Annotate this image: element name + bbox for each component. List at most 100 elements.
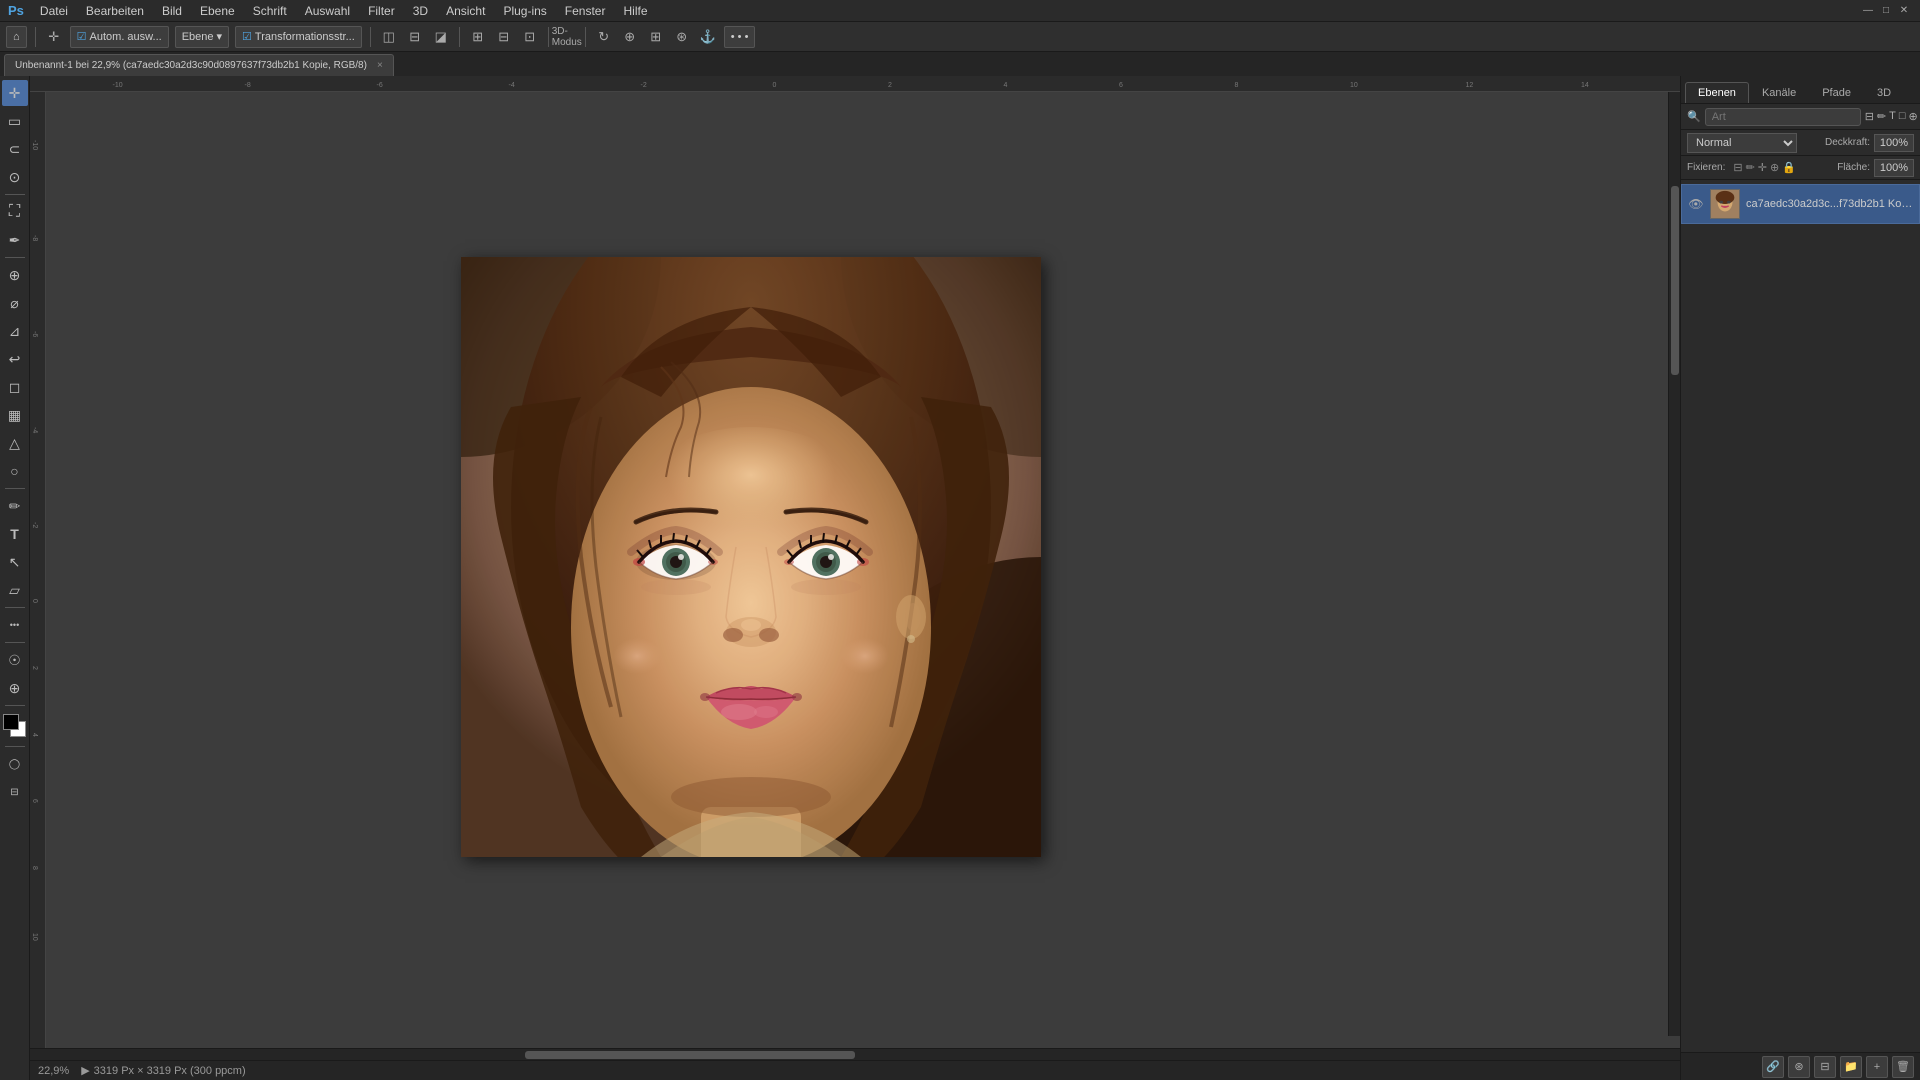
quick-mask-tool[interactable]: ◯ xyxy=(2,751,28,777)
layer-mask-button[interactable]: ⊟ xyxy=(1814,1056,1836,1078)
3d-mode-toggle[interactable]: 3D-Modus xyxy=(557,27,577,47)
grid-icon[interactable]: ⊞ xyxy=(646,27,666,47)
zoom-level[interactable]: 22,9% xyxy=(38,1065,69,1077)
minimize-button[interactable]: — xyxy=(1860,3,1876,19)
menu-ebene[interactable]: Ebene xyxy=(192,2,243,20)
path-select-tool[interactable]: ↖ xyxy=(2,549,28,575)
home-button[interactable]: ⌂ xyxy=(6,26,27,48)
menu-schrift[interactable]: Schrift xyxy=(245,2,295,20)
vertical-scroll-thumb[interactable] xyxy=(1671,186,1679,375)
lock-paint-icon[interactable]: ✏ xyxy=(1746,161,1755,174)
layer-type-icon[interactable]: ⊟ xyxy=(1865,110,1874,123)
move-tool[interactable]: ✛ xyxy=(2,80,28,106)
move-tool-icon[interactable]: ✛ xyxy=(44,27,64,47)
layer-dropdown[interactable]: Ebene ▾ xyxy=(175,26,229,48)
new-group-button[interactable]: 📁 xyxy=(1840,1056,1862,1078)
foreground-color-swatch[interactable] xyxy=(3,714,19,730)
crop-tool[interactable]: ⛶ xyxy=(2,199,28,225)
clone-stamp-tool[interactable]: ⊿ xyxy=(2,318,28,344)
document-tab[interactable]: Unbenannt-1 bei 22,9% (ca7aedc30a2d3c90d… xyxy=(4,54,394,76)
maximize-button[interactable]: □ xyxy=(1878,3,1894,19)
hand-tool[interactable]: ☉ xyxy=(2,647,28,673)
layer-visibility-toggle[interactable]: 👁 xyxy=(1688,196,1704,212)
layer-mode-icon[interactable]: T xyxy=(1889,110,1896,123)
fill-input[interactable] xyxy=(1874,159,1914,177)
history-brush-tool[interactable]: ↩ xyxy=(2,346,28,372)
align-center-icon[interactable]: ⊟ xyxy=(405,27,425,47)
brush-tool[interactable]: ⌀ xyxy=(2,290,28,316)
auto-select-checkbox[interactable]: ☑ Autom. ausw... xyxy=(70,26,169,48)
color-swatches[interactable] xyxy=(3,714,27,738)
blend-mode-row: Normal Deckkraft: xyxy=(1681,130,1920,156)
lock-position-icon[interactable]: ✛ xyxy=(1758,161,1767,174)
menu-ansicht[interactable]: Ansicht xyxy=(438,2,493,20)
tab-3d[interactable]: 3D xyxy=(1864,82,1904,103)
delete-layer-button[interactable]: 🗑 xyxy=(1892,1056,1914,1078)
horizontal-scrollbar[interactable] xyxy=(30,1048,1680,1060)
vertical-scrollbar[interactable] xyxy=(1668,92,1680,1036)
layer-effects-button[interactable]: ⊛ xyxy=(1788,1056,1810,1078)
layers-list[interactable]: 👁 ca7aedc30a2d3c...f73db2b1 Kopie xyxy=(1681,180,1920,1052)
tab-kanaele[interactable]: Kanäle xyxy=(1749,82,1809,103)
eraser-tool[interactable]: ◻ xyxy=(2,374,28,400)
zoom-tool[interactable]: ⊕ xyxy=(2,675,28,701)
rectangular-marquee-tool[interactable]: ▭ xyxy=(2,108,28,134)
anchor-icon[interactable]: ⚓ xyxy=(698,27,718,47)
tab-ebenen[interactable]: Ebenen xyxy=(1685,82,1749,103)
menu-filter[interactable]: Filter xyxy=(360,2,403,20)
gradient-tool[interactable]: ▦ xyxy=(2,402,28,428)
menu-hilfe[interactable]: Hilfe xyxy=(615,2,655,20)
layer-attr-icon[interactable]: □ xyxy=(1899,110,1906,123)
layer-effects-icon[interactable]: ✏ xyxy=(1877,110,1886,123)
tool-separator-7 xyxy=(5,746,25,747)
horizontal-scroll-thumb[interactable] xyxy=(525,1051,855,1059)
layers-bottom-toolbar: 🔗 ⊛ ⊟ 📁 + 🗑 xyxy=(1681,1052,1920,1080)
target-icon[interactable]: ⊕ xyxy=(620,27,640,47)
blend-mode-select[interactable]: Normal xyxy=(1687,133,1797,153)
lock-artboard-icon[interactable]: ⊕ xyxy=(1770,161,1779,174)
eyedropper-tool[interactable]: ✒ xyxy=(2,227,28,253)
shape-tool[interactable]: ▱ xyxy=(2,577,28,603)
distribute2-icon[interactable]: ⊟ xyxy=(494,27,514,47)
3d-tool[interactable]: ••• xyxy=(2,612,28,638)
transform-checkbox[interactable]: ☑ Transformationsstr... xyxy=(235,26,362,48)
blur-tool[interactable]: △ xyxy=(2,430,28,456)
layer-select-icon[interactable]: ⊕ xyxy=(1909,110,1918,123)
align-right-icon[interactable]: ◪ xyxy=(431,27,451,47)
left-toolbar: ✛ ▭ ⊂ ⊙ ⛶ ✒ ⊕ ⌀ ⊿ ↩ ◻ ▦ △ ○ ✏ T ↖ ▱ ••• … xyxy=(0,76,30,1080)
canvas-viewport[interactable] xyxy=(46,92,1680,1048)
home-icon: ⌂ xyxy=(13,31,20,43)
new-layer-button[interactable]: + xyxy=(1866,1056,1888,1078)
distribute3-icon[interactable]: ⊡ xyxy=(520,27,540,47)
menu-bearbeiten[interactable]: Bearbeiten xyxy=(78,2,152,20)
dodge-tool[interactable]: ○ xyxy=(2,458,28,484)
link-layers-button[interactable]: 🔗 xyxy=(1762,1056,1784,1078)
menu-datei[interactable]: Datei xyxy=(32,2,76,20)
layers-search-input[interactable] xyxy=(1705,108,1861,126)
opacity-input[interactable] xyxy=(1874,134,1914,152)
lasso-tool[interactable]: ⊂ xyxy=(2,136,28,162)
rotate-icon[interactable]: ↻ xyxy=(594,27,614,47)
ruler-vertical: -10 -8 -6 -4 -2 0 2 4 6 8 10 xyxy=(30,92,46,1048)
quick-select-tool[interactable]: ⊙ xyxy=(2,164,28,190)
lock-transparency-icon[interactable]: ⊟ xyxy=(1733,161,1742,174)
more-options-button[interactable]: • • • xyxy=(724,26,756,48)
canvas-document[interactable] xyxy=(461,257,1041,857)
menu-3d[interactable]: 3D xyxy=(405,2,436,20)
distribute-icon[interactable]: ⊞ xyxy=(468,27,488,47)
pen-tool[interactable]: ✏ xyxy=(2,493,28,519)
align-left-icon[interactable]: ◫ xyxy=(379,27,399,47)
healing-brush-tool[interactable]: ⊕ xyxy=(2,262,28,288)
menu-plugins[interactable]: Plug-ins xyxy=(495,2,554,20)
menu-bild[interactable]: Bild xyxy=(154,2,190,20)
text-tool[interactable]: T xyxy=(2,521,28,547)
lock-all-icon[interactable]: 🔒 xyxy=(1782,161,1796,174)
menu-fenster[interactable]: Fenster xyxy=(557,2,614,20)
doc-tab-close[interactable]: × xyxy=(377,60,383,71)
menu-auswahl[interactable]: Auswahl xyxy=(297,2,358,20)
magnet-icon[interactable]: ⊛ xyxy=(672,27,692,47)
tab-pfade[interactable]: Pfade xyxy=(1809,82,1864,103)
close-button[interactable]: ✕ xyxy=(1896,3,1912,19)
layer-item[interactable]: 👁 ca7aedc30a2d3c...f73db2b1 Kopie xyxy=(1681,184,1920,224)
screen-mode-tool[interactable]: ⊟ xyxy=(2,779,28,805)
